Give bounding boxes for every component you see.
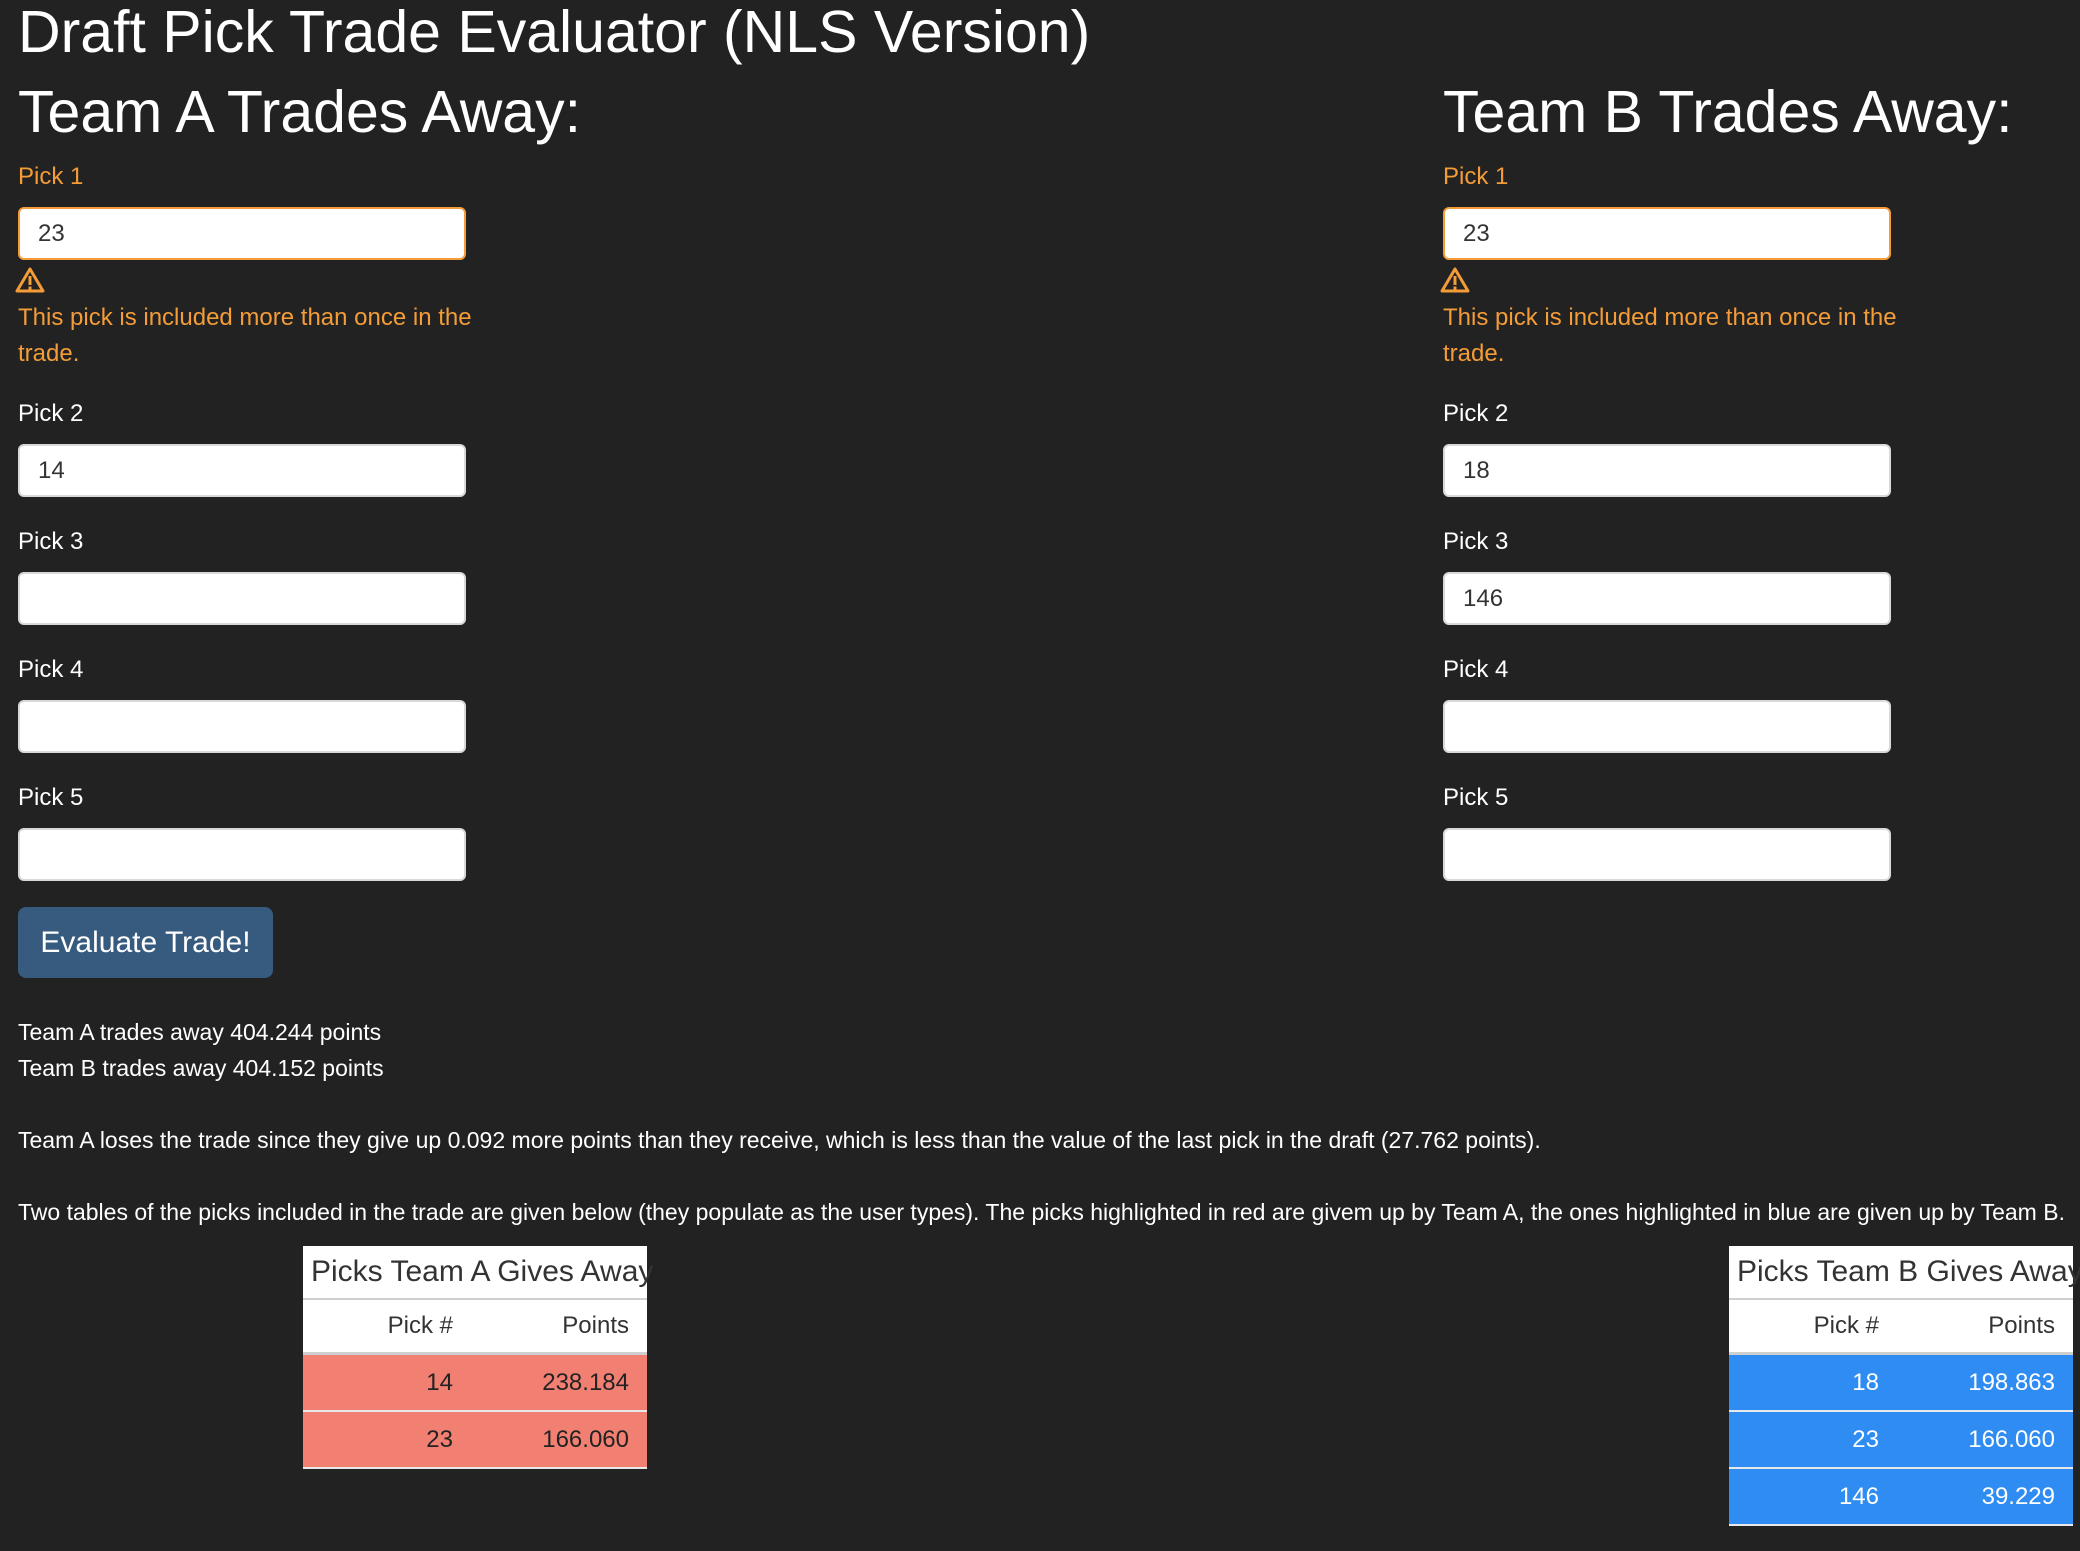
points-cell: 166.060 — [542, 1426, 629, 1453]
warning-triangle-icon — [1440, 267, 1470, 293]
table-row: 23 166.060 — [303, 1412, 647, 1469]
points-cell: 238.184 — [542, 1369, 629, 1396]
team-b-pick-4-label: Pick 4 — [1443, 656, 1509, 683]
team-b-pick-3-input[interactable] — [1443, 572, 1891, 625]
team-b-picks-table: Picks Team B Gives Away Pick # Points 18… — [1729, 1246, 2080, 1526]
team-a-pick-2-input[interactable] — [18, 444, 466, 497]
table-header-row: Pick # Points — [1729, 1300, 2073, 1355]
team-b-pick-5-label: Pick 5 — [1443, 784, 1509, 811]
team-b-pick-3-label: Pick 3 — [1443, 528, 1509, 555]
points-cell: 166.060 — [1968, 1426, 2055, 1453]
table-header-row: Pick # Points — [303, 1300, 647, 1355]
pick-number-cell: 18 — [1852, 1369, 1879, 1396]
team-b-points-summary: Team B trades away 404.152 points — [18, 1055, 384, 1081]
pick-number-cell: 146 — [1838, 1483, 1879, 1510]
warning-triangle-icon — [15, 267, 45, 293]
team-b-pick-2-input[interactable] — [1443, 444, 1891, 497]
team-a-picks-table: Picks Team A Gives Away Pick # Points 14… — [303, 1246, 653, 1469]
page-title: Draft Pick Trade Evaluator (NLS Version) — [18, 0, 1091, 65]
pick-number-cell: 23 — [426, 1426, 453, 1453]
team-a-points-summary: Team A trades away 404.244 points — [18, 1019, 382, 1045]
table-caption: Picks Team B Gives Away — [1729, 1246, 2080, 1300]
team-b-heading: Team B Trades Away: — [1443, 79, 2013, 145]
column-header-pick: Pick # — [387, 1312, 453, 1339]
table-row: 146 39.229 — [1729, 1469, 2073, 1526]
team-a-heading: Team A Trades Away: — [18, 79, 582, 145]
team-b-pick-1-input[interactable] — [1443, 207, 1891, 260]
team-b-pick-2-label: Pick 2 — [1443, 400, 1509, 427]
column-header-pick: Pick # — [1813, 1312, 1879, 1339]
team-b-pick-4-input[interactable] — [1443, 700, 1891, 753]
table-row: 18 198.863 — [1729, 1355, 2073, 1412]
trade-verdict: Team A loses the trade since they give u… — [18, 1127, 1541, 1153]
table-row: 14 238.184 — [303, 1355, 647, 1412]
team-a-duplicate-warning: This pick is included more than once in … — [18, 304, 472, 367]
team-a-pick-2-label: Pick 2 — [18, 400, 84, 427]
team-a-pick-1-input[interactable] — [18, 207, 466, 260]
team-b-pick-5-input[interactable] — [1443, 828, 1891, 881]
team-b-pick-1-label: Pick 1 — [1443, 163, 1509, 190]
points-cell: 198.863 — [1968, 1369, 2055, 1396]
tables-note: Two tables of the picks included in the … — [18, 1199, 2065, 1225]
team-a-pick-5-label: Pick 5 — [18, 784, 84, 811]
team-b-duplicate-warning: This pick is included more than once in … — [1443, 304, 1897, 367]
pick-number-cell: 14 — [426, 1369, 453, 1396]
team-a-pick-5-input[interactable] — [18, 828, 466, 881]
pick-number-cell: 23 — [1852, 1426, 1879, 1453]
points-cell: 39.229 — [1981, 1483, 2055, 1510]
team-a-pick-1-label: Pick 1 — [18, 163, 84, 190]
evaluate-trade-button[interactable]: Evaluate Trade! — [18, 907, 273, 978]
team-a-pick-4-input[interactable] — [18, 700, 466, 753]
table-caption: Picks Team A Gives Away — [303, 1246, 653, 1300]
table-row: 23 166.060 — [1729, 1412, 2073, 1469]
team-a-pick-3-input[interactable] — [18, 572, 466, 625]
team-a-pick-3-label: Pick 3 — [18, 528, 84, 555]
column-header-points: Points — [1988, 1312, 2055, 1339]
column-header-points: Points — [562, 1312, 629, 1339]
team-a-pick-4-label: Pick 4 — [18, 656, 84, 683]
